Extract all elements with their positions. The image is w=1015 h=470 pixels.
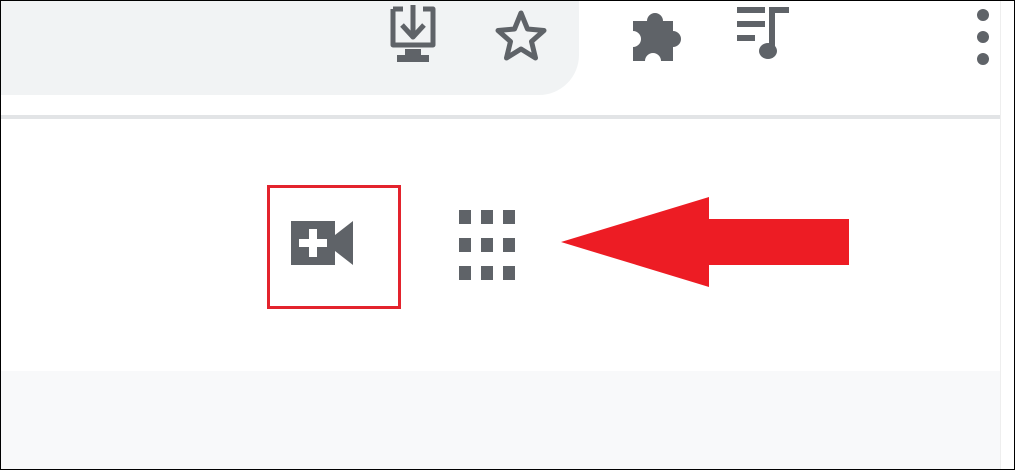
more-menu-icon[interactable] (971, 5, 995, 69)
google-apps-grid-icon[interactable] (453, 206, 521, 288)
install-app-icon[interactable] (387, 5, 441, 67)
bookmark-star-icon[interactable] (493, 9, 549, 65)
window-edge (1000, 1, 1014, 469)
annotation-arrow-left (561, 197, 849, 287)
media-controls-icon[interactable] (735, 3, 795, 63)
screenshot-frame (1, 1, 1014, 469)
page-body (1, 371, 1001, 469)
extensions-puzzle-icon[interactable] (629, 1, 685, 67)
new-meeting-video-icon[interactable] (287, 211, 357, 275)
browser-toolbar (1, 1, 1001, 115)
